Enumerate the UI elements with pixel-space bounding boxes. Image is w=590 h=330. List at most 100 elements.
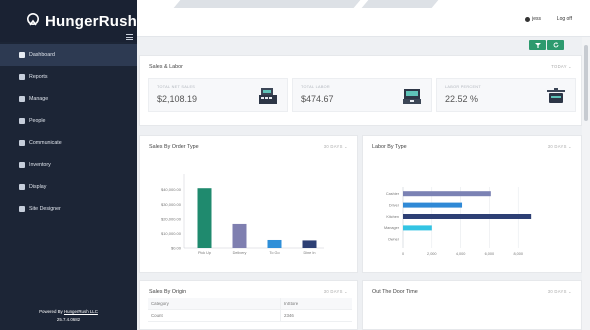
register-icon [403, 89, 421, 104]
powered-link[interactable]: HungerRush LLC [64, 309, 98, 314]
x-tick-label: To Go [269, 251, 279, 255]
sidebar-item-label: Communicate [29, 140, 62, 146]
bar [197, 188, 212, 248]
sidebar-item-communicate[interactable]: Communicate [0, 132, 137, 154]
bar [403, 225, 432, 231]
panel-title: Sales & Labor [149, 64, 183, 70]
sidebar-item-people[interactable]: People [0, 110, 137, 132]
y-tick-label: $30,000.00 [161, 202, 182, 207]
refresh-icon [553, 42, 558, 48]
kpi-labor-percent: LABOR PERCENT 22.52 % [436, 78, 576, 112]
bar [403, 191, 491, 197]
table-cell: 2346 [280, 309, 352, 322]
sidebar-item-label: People [29, 118, 46, 124]
sales-by-order-type-chart: $0.00 $10,000.00 $20,000.00 $30,000.00 $40,0… [161, 174, 324, 255]
bar [302, 240, 317, 248]
hungerrush-logo-icon [27, 13, 39, 26]
period-label: 30 DAYS [547, 289, 567, 294]
brand-name: HungerRush [45, 12, 137, 30]
sidebar-item-display[interactable]: Display [0, 176, 137, 198]
sidebar-item-manage[interactable]: Manage [0, 88, 137, 110]
kpi-value: 22.52 % [445, 94, 479, 104]
y-tick-label: $10,000.00 [161, 231, 182, 236]
user-name: jess [532, 16, 541, 22]
period-dropdown[interactable]: TODAY ⌄ [551, 64, 572, 69]
kpi-value: $2,108.19 [157, 94, 198, 104]
home-icon [19, 52, 25, 58]
sidebar-item-dashboard[interactable]: Dashboard [0, 44, 137, 66]
app-window: HungerRush Dashboard Reports Manage Peop… [0, 0, 590, 330]
bar [232, 223, 247, 248]
bar [267, 239, 282, 248]
logoff-link[interactable]: Log off [557, 16, 572, 22]
bar [403, 214, 532, 219]
x-tick-label: 0 [402, 252, 404, 256]
x-tick-label: 8,000 [513, 252, 523, 256]
powered-by: Powered By HungerRush LLC 25.7.4.0682 [0, 308, 137, 324]
sidebar-item-reports[interactable]: Reports [0, 66, 137, 88]
dashboard-toolbar [529, 40, 565, 50]
bar-chart-icon [19, 74, 25, 80]
sidebar: HungerRush Dashboard Reports Manage Peop… [0, 0, 137, 330]
kpi-labor: TOTAL LABOR $474.67 [292, 78, 432, 112]
version-text: 25.7.4.0682 [56, 317, 81, 322]
kpi-label: LABOR PERCENT [445, 85, 481, 89]
y-tick-label: $20,000.00 [161, 216, 182, 221]
column-header: Category [151, 301, 169, 306]
period-label: TODAY [551, 64, 567, 69]
table-row: Count 2346 [148, 309, 352, 322]
y-tick-label: Owner [388, 238, 400, 242]
decorative-stripe [361, 0, 439, 8]
sidebar-item-inventory[interactable]: Inventory [0, 154, 137, 176]
labor-by-type-panel: Labor By Type 30 DAYS ⌄ 0 2,000 4,000 6,000… [362, 135, 582, 273]
kpi-value: $474.67 [301, 94, 334, 104]
panel-title: Out The Door Time [372, 289, 418, 295]
x-tick-label: Delivery [233, 251, 247, 255]
chat-icon [19, 140, 25, 146]
top-bar: jess Log off [137, 0, 590, 37]
period-dropdown[interactable]: 30 DAYS ⌄ [548, 289, 572, 294]
powered-prefix: Powered By [39, 309, 64, 314]
wrench-icon [19, 96, 25, 102]
user-icon [525, 16, 531, 22]
register-icon [259, 88, 277, 104]
user-menu[interactable]: jess [525, 16, 541, 22]
sidebar-item-label: Dashboard [29, 52, 55, 58]
brand-logo[interactable]: HungerRush [0, 0, 137, 42]
refresh-button[interactable] [547, 40, 564, 50]
sidebar-item-site-designer[interactable]: Site Designer [0, 198, 137, 220]
period-label: 30 DAYS [323, 289, 343, 294]
truck-icon [19, 184, 25, 190]
column-header: InStore [280, 297, 352, 310]
scrollbar-thumb[interactable] [584, 45, 588, 121]
period-dropdown[interactable]: 30 DAYS ⌄ [324, 289, 348, 294]
y-tick-label: $0.00 [171, 246, 182, 251]
sidebar-nav: Dashboard Reports Manage People Communic… [0, 44, 137, 220]
bar [403, 202, 463, 208]
x-tick-label: Pick Up [198, 251, 211, 255]
sidebar-item-label: Reports [29, 74, 48, 80]
sidebar-item-label: Inventory [29, 162, 51, 168]
filter-icon [534, 42, 541, 48]
panel-title: Sales By Origin [149, 289, 187, 295]
sidebar-item-label: Manage [29, 96, 49, 102]
sales-by-origin-panel: Sales By Origin 30 DAYS ⌄ Category InSto… [139, 280, 358, 330]
x-tick-label: Dine In [303, 251, 315, 255]
x-tick-label: 4,000 [456, 252, 466, 256]
y-tick-label: Kitchen [386, 215, 399, 219]
table-cell: Count [151, 313, 163, 318]
filter-button[interactable] [529, 40, 546, 50]
sales-by-order-type-panel: Sales By Order Type 30 DAYS ⌄ $0.00 $10,0… [139, 135, 358, 273]
decorative-stripe [173, 0, 361, 8]
page-scrollbar[interactable] [582, 37, 590, 330]
sales-labor-panel: Sales & Labor TODAY ⌄ TOTAL NET SALES $2… [139, 55, 582, 126]
palette-icon [19, 206, 25, 212]
x-tick-label: 2,000 [427, 252, 437, 256]
y-tick-label: Manager [384, 226, 400, 230]
y-tick-label: $40,000.00 [161, 187, 182, 192]
y-tick-label: Cashier [386, 192, 400, 196]
sidebar-item-label: Display [29, 184, 47, 190]
clipboard-icon [19, 162, 25, 168]
menu-toggle-icon[interactable] [126, 34, 133, 40]
table-header-row: Category InStore [148, 297, 352, 310]
